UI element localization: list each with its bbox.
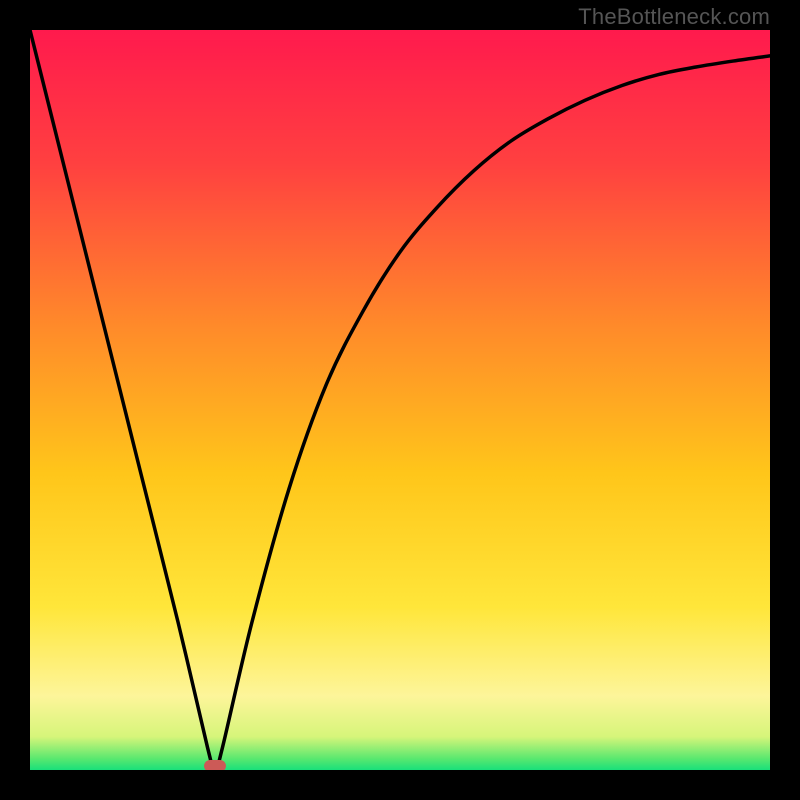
bottleneck-curve-path [30, 30, 770, 770]
curve-layer [30, 30, 770, 770]
chart-frame: TheBottleneck.com [0, 0, 800, 800]
plot-area [30, 30, 770, 770]
optimal-point-marker [204, 760, 226, 770]
watermark-text: TheBottleneck.com [578, 4, 770, 30]
